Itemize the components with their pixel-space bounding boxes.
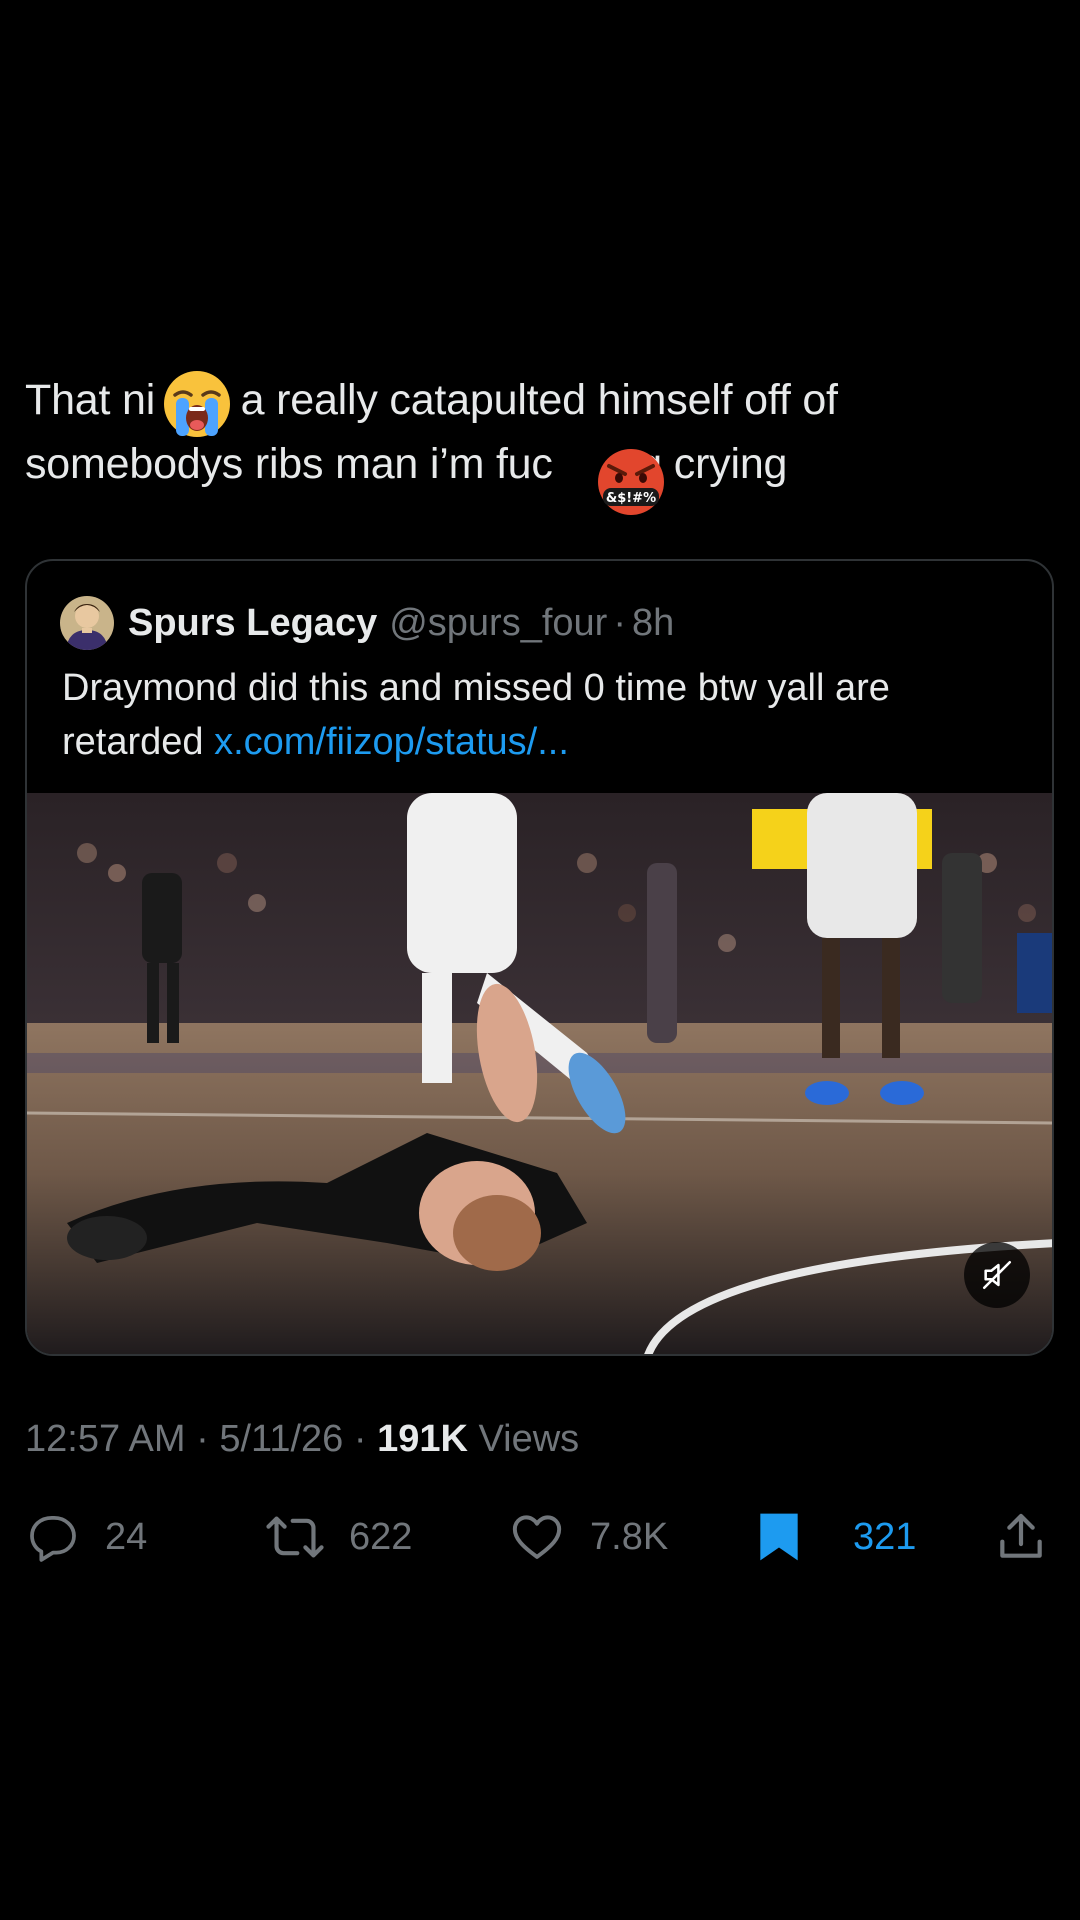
tweet-text-line-2: somebodys ribs man i’m fuc g crying [25, 440, 788, 488]
bookmark-button[interactable]: 321 [755, 1502, 916, 1572]
views-count[interactable]: 191K [377, 1418, 468, 1460]
share-button[interactable] [993, 1502, 1049, 1572]
quote-text-prefix: retarded [62, 721, 215, 763]
repost-icon [266, 1516, 324, 1558]
face-with-symbols-emoji-icon: &$!#% [598, 449, 664, 515]
tweet-date: 5/11/26 [219, 1418, 344, 1460]
quote-author-name[interactable]: Spurs Legacy [128, 602, 377, 645]
avatar[interactable] [60, 596, 114, 650]
separator-dot: · [353, 1418, 367, 1460]
mute-button[interactable] [964, 1242, 1030, 1308]
views-label: Views [478, 1418, 580, 1460]
quote-header: Spurs Legacy @spurs_four · 8h [60, 596, 674, 650]
loudly-crying-emoji-icon [164, 371, 230, 437]
reply-count: 24 [105, 1515, 148, 1558]
tweet-time: 12:57 AM [25, 1418, 186, 1460]
avatar-image-icon [60, 596, 114, 650]
action-bar: 24 622 7.8K 321 [0, 1502, 1080, 1572]
tweet-meta: 12:57 AM · 5/11/26 · 191K Views [25, 1418, 579, 1461]
like-count: 7.8K [590, 1515, 669, 1558]
share-icon [1000, 1513, 1042, 1558]
quote-link[interactable]: x.com/fiizop/status/... [214, 721, 569, 763]
quote-author-handle[interactable]: @spurs_four [389, 602, 607, 645]
quote-text-line-1: Draymond did this and missed 0 time btw … [62, 667, 890, 709]
quote-text-line-2: retarded x.com/fiizop/status/... [62, 715, 1022, 769]
video-frame-image [27, 793, 1052, 1354]
quote-timestamp: 8h [632, 601, 675, 644]
reply-button[interactable]: 24 [25, 1502, 147, 1572]
reply-icon [30, 1516, 76, 1562]
bookmark-icon [760, 1513, 798, 1561]
heart-icon [512, 1515, 562, 1559]
like-button[interactable]: 7.8K [508, 1502, 668, 1572]
bookmark-count: 321 [853, 1515, 917, 1558]
video-media[interactable] [27, 793, 1052, 1354]
separator-dot: · [196, 1418, 209, 1460]
repost-button[interactable]: 622 [265, 1502, 412, 1572]
quote-text: Draymond did this and missed 0 time btw … [62, 661, 1022, 769]
svg-text:&$!#%: &$!#% [606, 491, 656, 506]
repost-count: 622 [349, 1515, 413, 1558]
quote-tweet-card[interactable]: Spurs Legacy @spurs_four · 8h Draymond d… [25, 559, 1054, 1356]
mute-icon [982, 1260, 1012, 1290]
separator-dot: · [613, 601, 626, 644]
